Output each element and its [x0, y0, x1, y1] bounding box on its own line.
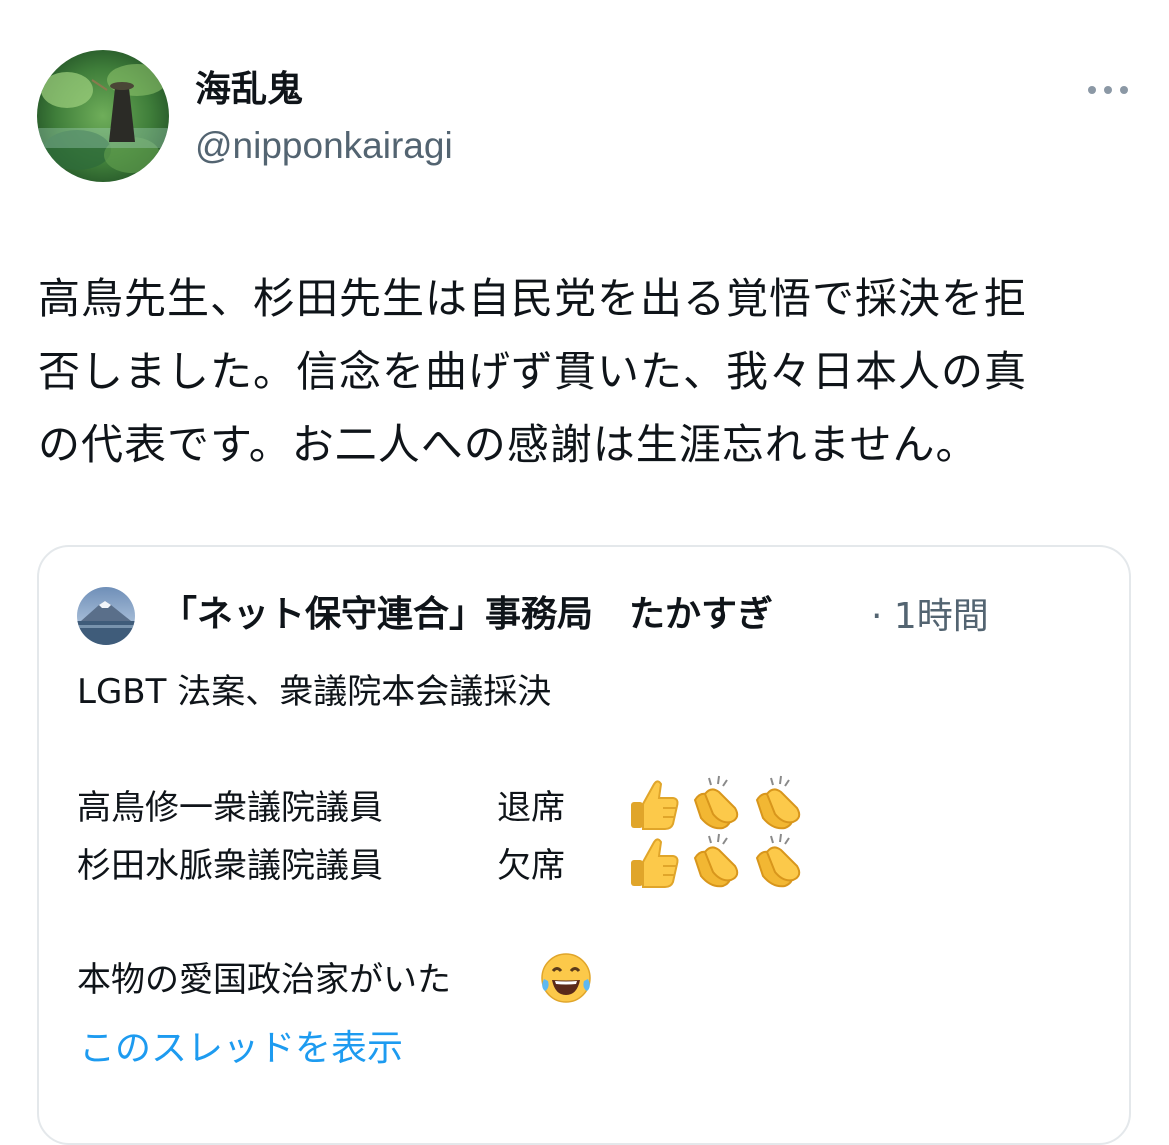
- clapping-hands-icon: [755, 775, 801, 830]
- quoted-author-avatar[interactable]: [77, 587, 135, 645]
- tweet: 海乱鬼 @nipponkairagi 高鳥先生、杉田先生は自民党を出る覚悟で採決…: [0, 0, 1169, 1145]
- tweet-text: 高鳥先生、杉田先生は自民党を出る覚悟で採決を拒 否しました。信念を曲げず貫いた、…: [38, 262, 1138, 481]
- quoted-avatar-image: [77, 587, 135, 645]
- emoji-row: [627, 774, 807, 832]
- tears-of-joy-icon: [541, 953, 591, 1003]
- quoted-author-name[interactable]: 「ネット保守連合」事務局 たかすぎ: [161, 591, 773, 639]
- clapping-hands-icon: [693, 833, 739, 888]
- tweet-text-line: 高鳥先生、杉田先生は自民党を出る覚悟で採決を拒: [38, 274, 1028, 323]
- quoted-text-member2-status: 欠席: [497, 846, 565, 886]
- quoted-text-member1-status: 退席: [497, 788, 565, 828]
- quoted-tweet-card[interactable]: 「ネット保守連合」事務局 たかすぎ · 1時間 LGBT 法案、衆議院本会議採決…: [37, 545, 1131, 1145]
- thumbs-up-icon: [631, 838, 679, 888]
- quoted-text-member2: 杉田水脈衆議院議員: [77, 846, 383, 886]
- emoji-row: [627, 832, 807, 890]
- quoted-text-title: LGBT 法案、衆議院本会議採決: [77, 672, 552, 712]
- clapping-hands-icon: [755, 833, 801, 888]
- quoted-text-closing: 本物の愛国政治家がいた: [77, 960, 451, 1000]
- tweet-text-line: の代表です。お二人への感謝は生涯忘れません。: [38, 420, 979, 469]
- profile-avatar-image: [37, 50, 169, 182]
- author-handle[interactable]: @nipponkairagi: [195, 122, 453, 170]
- profile-avatar[interactable]: [37, 50, 169, 182]
- author-display-name[interactable]: 海乱鬼: [195, 66, 303, 114]
- show-thread-link[interactable]: このスレッドを表示: [79, 1021, 403, 1077]
- quoted-text-member1: 高鳥修一衆議院議員: [77, 788, 383, 828]
- clapping-hands-icon: [693, 775, 739, 830]
- more-icon[interactable]: [1084, 78, 1132, 102]
- thumbs-up-icon: [631, 780, 679, 830]
- tweet-text-line: 否しました。信念を曲げず貫いた、我々日本人の真: [38, 347, 1028, 396]
- quoted-timestamp[interactable]: · 1時間: [871, 593, 989, 641]
